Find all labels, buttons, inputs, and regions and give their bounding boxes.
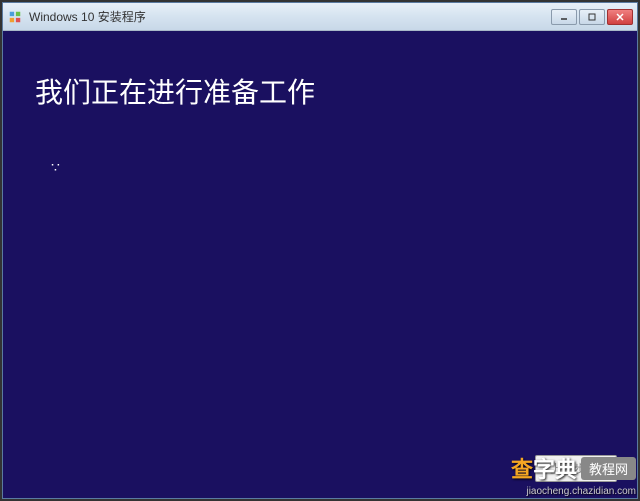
installer-window: Windows 10 安装程序 我们正在进行准备工作 ∵ 上一步(B) [2,2,638,499]
page-heading: 我们正在进行准备工作 [35,71,605,111]
window-controls [551,9,633,25]
watermark-brand: 查字典 [511,452,577,484]
watermark: 查字典 教程网 jiaocheng.chazidian.com [511,452,636,497]
watermark-main: 查字典 教程网 [511,452,636,484]
watermark-url: jiaocheng.chazidian.com [526,486,636,497]
app-icon [7,9,23,25]
minimize-button[interactable] [551,9,577,25]
watermark-sublabel: 教程网 [581,457,636,480]
titlebar: Windows 10 安装程序 [3,3,637,31]
close-button[interactable] [607,9,633,25]
loading-spinner-icon: ∵ [51,159,605,176]
maximize-button[interactable] [579,9,605,25]
content-area: 我们正在进行准备工作 ∵ 上一步(B) [3,31,637,498]
window-title: Windows 10 安装程序 [29,8,551,25]
